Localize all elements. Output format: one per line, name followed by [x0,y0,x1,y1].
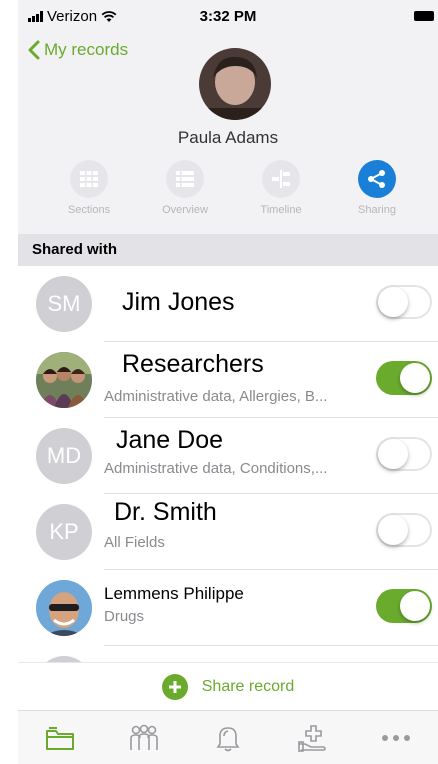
clock: 3:32 PM [199,8,257,25]
tabbar-care[interactable] [287,718,337,758]
chevron-left-icon [28,40,40,60]
share-fields: Drugs [104,608,145,625]
share-toggle[interactable] [376,437,432,471]
avatar: KP [36,504,92,560]
list-icon [166,160,204,198]
tabbar-more[interactable] [371,718,421,758]
share-name: Jim Jones [122,288,235,316]
app-screen: Verizon 3:32 PM My records Paula Adams S… [18,0,438,764]
group-photo [36,352,92,408]
tabbar-notifications[interactable] [203,718,253,758]
profile-photo [199,48,271,120]
share-fields: All Fields [104,534,165,551]
tab-timeline[interactable]: Timeline [240,160,322,222]
share-icon [358,160,396,198]
list-item[interactable]: Lemmens Philippe Drugs [18,570,438,646]
list-item[interactable]: Researchers Administrative data, Allergi… [18,342,438,418]
people-icon [130,724,158,750]
timeline-icon [262,160,300,198]
toggle-knob [378,515,408,545]
profile-avatar[interactable] [199,48,271,120]
record-tabs: Sections Overview Timeline Sharing [48,160,418,222]
tab-label: Timeline [260,204,302,216]
tab-sections[interactable]: Sections [48,160,130,222]
bell-icon [216,727,240,752]
tab-label: Overview [162,204,208,216]
tab-label: Sharing [358,204,396,216]
list-item[interactable]: MD Jane Doe Administrative data, Conditi… [18,418,438,494]
tab-overview[interactable]: Overview [144,160,226,222]
share-fields: Administrative data, Allergies, B... [104,388,328,405]
share-record-button[interactable]: Share record [18,662,438,711]
back-button[interactable]: My records [28,40,128,60]
status-bar: Verizon 3:32 PM [18,0,438,36]
tabbar-people[interactable] [119,718,169,758]
battery-icon [414,11,434,21]
avatar: SM [36,276,92,332]
share-fields: Administrative data, Conditions,... [104,460,328,477]
tabbar-records[interactable] [35,718,85,758]
list-item[interactable]: KP Dr. Smith All Fields [18,494,438,570]
grid-icon [70,160,108,198]
avatar [36,352,92,408]
share-record-label: Share record [201,678,295,695]
bottom-tab-bar [18,710,438,764]
person-photo [36,580,92,636]
avatar [36,580,92,636]
more-icon [382,735,410,741]
share-name: Jane Doe [116,426,224,454]
tab-label: Sections [67,204,111,216]
share-toggle[interactable] [376,285,432,319]
list-item[interactable]: SM Jim Jones [18,266,438,342]
section-title: Shared with [32,241,118,258]
toggle-knob [400,591,430,621]
toggle-knob [378,439,408,469]
avatar: MD [36,428,92,484]
share-name: Researchers [122,350,264,378]
toggle-knob [400,363,430,393]
toggle-knob [378,287,408,317]
share-toggle[interactable] [376,589,432,623]
share-name: Lemmens Philippe [104,584,244,603]
shared-with-list: SM Jim Jones Researchers Administrative … [18,266,438,662]
plus-icon [161,674,188,700]
section-header: Shared with [18,234,438,266]
list-item [18,646,438,662]
tab-sharing[interactable]: Sharing [336,160,418,222]
profile-name: Paula Adams [177,128,279,147]
care-icon [298,725,326,752]
records-icon [46,727,74,750]
share-toggle[interactable] [376,513,432,547]
back-label: My records [44,40,129,59]
share-toggle[interactable] [376,361,432,395]
share-name: Dr. Smith [114,498,217,526]
